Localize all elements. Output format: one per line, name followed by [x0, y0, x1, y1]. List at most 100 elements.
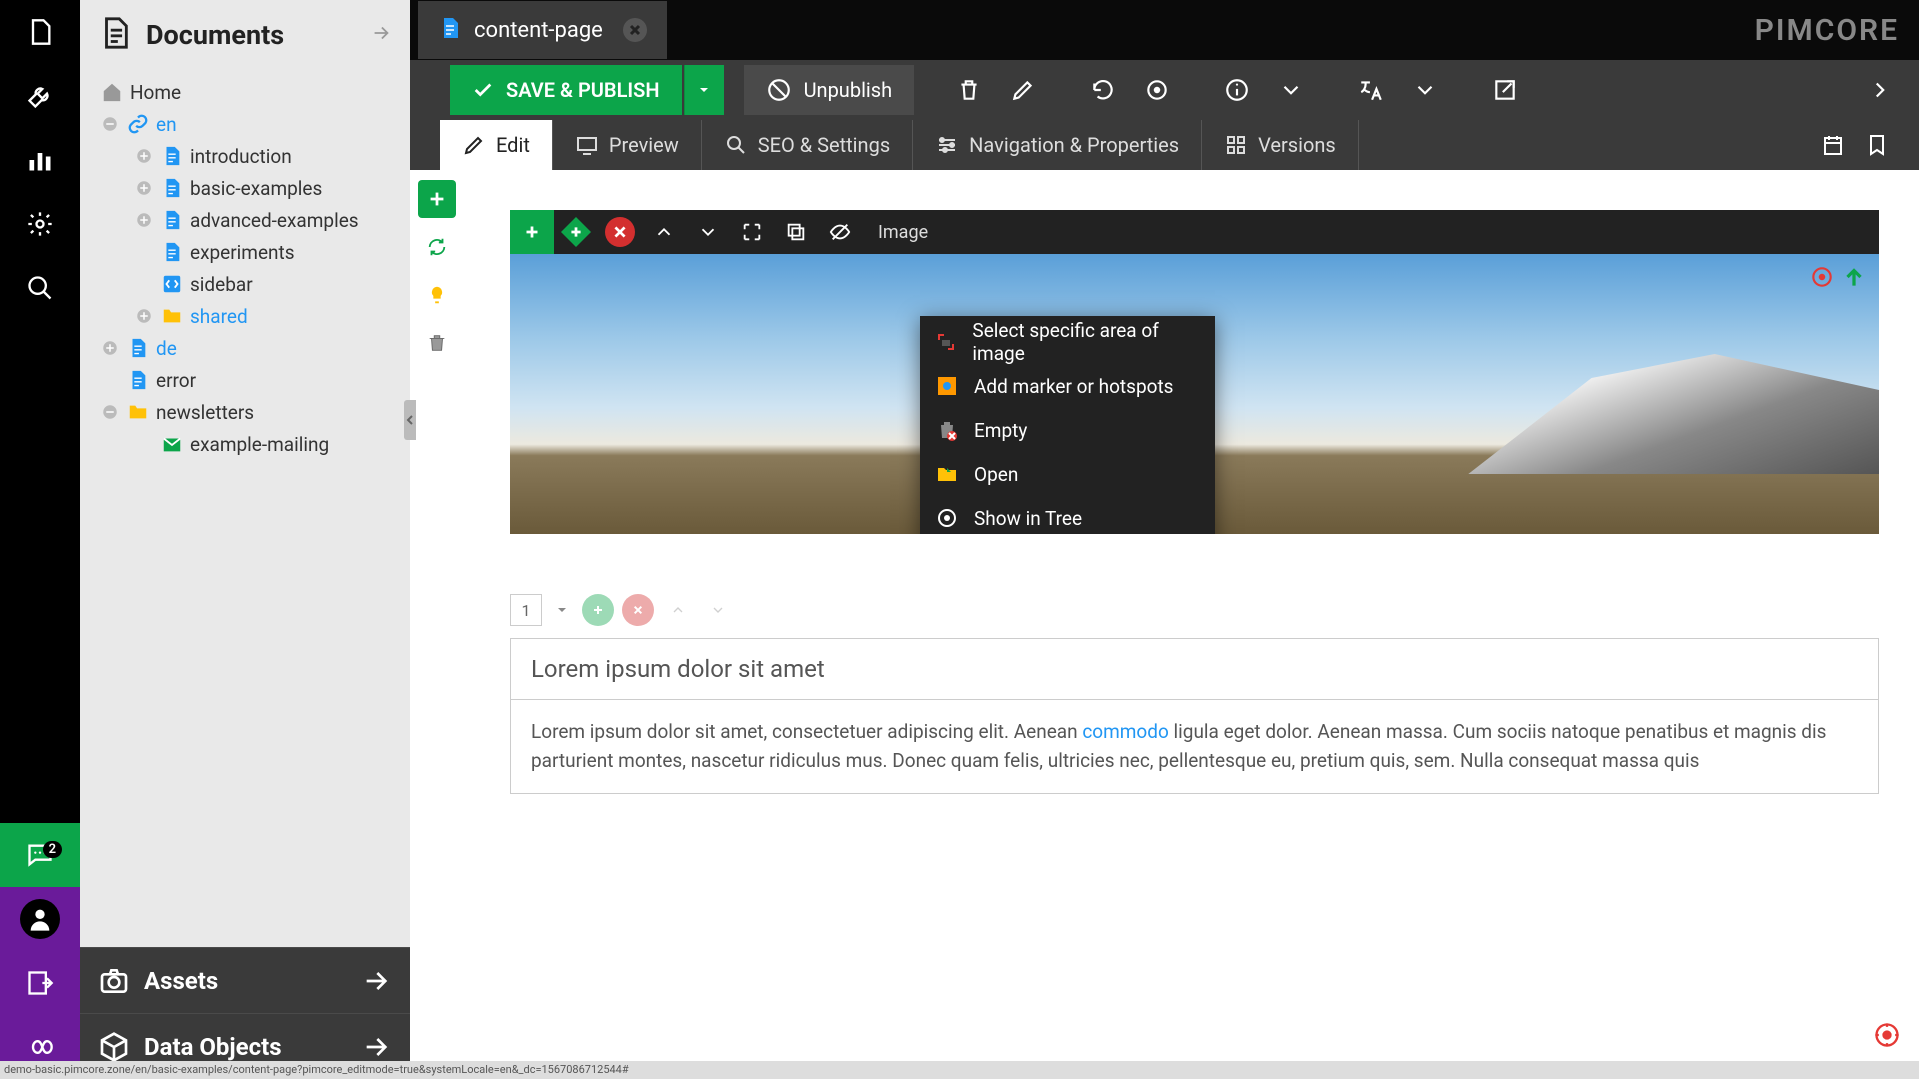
nav-search-icon[interactable] [0, 256, 80, 320]
tab-edit[interactable]: Edit [440, 120, 553, 170]
expand-icon[interactable] [134, 210, 154, 230]
image-block[interactable]: Select specific area of image Add marker… [510, 254, 1879, 534]
reload-button[interactable] [1078, 65, 1128, 115]
nav-gear-icon[interactable] [0, 192, 80, 256]
tree-item-advanced-examples[interactable]: advanced-examples [88, 204, 402, 236]
page-icon [126, 368, 150, 392]
tree-item-shared[interactable]: shared [88, 300, 402, 332]
tab-navigation[interactable]: Navigation & Properties [913, 120, 1202, 170]
trash-icon [934, 417, 960, 443]
page-icon [160, 176, 184, 200]
menu-empty[interactable]: Empty [920, 408, 1215, 452]
text-block-title[interactable]: Lorem ipsum dolor sit amet [511, 639, 1878, 700]
expand-icon[interactable] [134, 306, 154, 326]
menu-open[interactable]: Open [920, 452, 1215, 496]
bookmark-button[interactable] [1855, 120, 1899, 170]
tab-label: SEO & Settings [758, 133, 890, 157]
tab-close-icon[interactable] [623, 18, 647, 42]
tab-preview[interactable]: Preview [553, 120, 702, 170]
collapse-arrow-icon[interactable] [370, 22, 392, 48]
open-external-button[interactable] [1480, 65, 1530, 115]
schedule-button[interactable] [1811, 120, 1855, 170]
nav-exit-icon[interactable] [0, 951, 80, 1015]
snippet-icon [160, 272, 184, 296]
focal-point-icon[interactable] [1809, 264, 1835, 294]
nav-wrench-icon[interactable] [0, 64, 80, 128]
tree-item-newsletters[interactable]: newsletters [88, 396, 402, 428]
nav-user-icon[interactable] [0, 887, 80, 951]
panel-collapse-handle[interactable] [404, 400, 416, 440]
block-copy-button[interactable] [774, 210, 818, 254]
block-move-up-button[interactable] [642, 210, 686, 254]
slot-remove-button[interactable] [622, 594, 654, 626]
page-icon [160, 240, 184, 264]
save-dropdown-button[interactable] [684, 65, 724, 115]
tree-item-sidebar[interactable]: sidebar [88, 268, 402, 300]
block-type-label: Image [878, 222, 928, 243]
nav-stats-icon[interactable] [0, 128, 80, 192]
upload-arrow-icon[interactable] [1841, 264, 1867, 294]
slot-up-button[interactable] [662, 594, 694, 626]
target-button[interactable] [1132, 65, 1182, 115]
expand-icon[interactable] [134, 178, 154, 198]
status-bar: demo-basic.pimcore.zone/en/basic-example… [0, 1061, 1919, 1079]
tree-item-en[interactable]: en [88, 108, 402, 140]
menu-add-marker[interactable]: Add marker or hotspots [920, 364, 1215, 408]
block-add-button[interactable] [510, 210, 554, 254]
body-link[interactable]: commodo [1082, 720, 1169, 743]
dropdown-button[interactable] [1400, 65, 1450, 115]
trash-button[interactable] [418, 324, 456, 362]
save-publish-button[interactable]: SAVE & PUBLISH [450, 65, 682, 115]
slot-add-button[interactable] [582, 594, 614, 626]
assets-panel-header[interactable]: Assets [80, 947, 410, 1013]
block-delete-button[interactable] [605, 217, 635, 247]
slot-down-button[interactable] [702, 594, 734, 626]
menu-label: Select specific area of image [972, 319, 1201, 365]
document-tab[interactable]: content-page [418, 1, 667, 59]
tree-item-experiments[interactable]: experiments [88, 236, 402, 268]
tree-item-home[interactable]: Home [88, 76, 402, 108]
nav-file-icon[interactable] [0, 0, 80, 64]
expand-icon[interactable] [100, 338, 120, 358]
add-block-button[interactable] [418, 180, 456, 218]
slot-number[interactable]: 1 [510, 594, 542, 626]
tab-seo[interactable]: SEO & Settings [702, 120, 913, 170]
more-tools-button[interactable] [1855, 65, 1905, 115]
block-expand-button[interactable] [730, 210, 774, 254]
nav-chat-icon[interactable]: 2 [0, 823, 80, 887]
expand-icon[interactable] [134, 146, 154, 166]
tree-item-error[interactable]: error [88, 364, 402, 396]
tree-item-de[interactable]: de [88, 332, 402, 364]
page-icon [160, 144, 184, 168]
tree-label: de [156, 337, 177, 360]
unpublish-button[interactable]: Unpublish [744, 65, 915, 115]
collapse-icon[interactable] [100, 402, 120, 422]
tree-item-introduction[interactable]: introduction [88, 140, 402, 172]
delete-button[interactable] [944, 65, 994, 115]
rename-button[interactable] [998, 65, 1048, 115]
block-move-down-button[interactable] [686, 210, 730, 254]
block-visibility-button[interactable] [818, 210, 862, 254]
tips-button[interactable] [418, 276, 456, 314]
slot-dropdown[interactable] [550, 594, 574, 626]
menu-select-area[interactable]: Select specific area of image [920, 320, 1215, 364]
translate-button[interactable] [1346, 65, 1396, 115]
collapse-icon[interactable] [100, 114, 120, 134]
dropdown-button[interactable] [1266, 65, 1316, 115]
tab-versions[interactable]: Versions [1202, 120, 1359, 170]
save-publish-label: SAVE & PUBLISH [506, 78, 660, 102]
tab-label: Edit [496, 133, 530, 157]
refresh-block-button[interactable] [418, 228, 456, 266]
page-icon [126, 336, 150, 360]
tab-label: Preview [609, 133, 679, 157]
tree-label: sidebar [190, 273, 253, 296]
target-icon [934, 505, 960, 531]
menu-show-tree[interactable]: Show in Tree [920, 496, 1215, 534]
tree-item-example-mailing[interactable]: example-mailing [88, 428, 402, 460]
targeting-badge-icon[interactable] [1873, 1021, 1901, 1049]
text-block-body[interactable]: Lorem ipsum dolor sit amet, consectetuer… [511, 700, 1878, 793]
tree-item-basic-examples[interactable]: basic-examples [88, 172, 402, 204]
block-add-above-button[interactable] [561, 217, 591, 247]
body-text: Lorem ipsum dolor sit amet, consectetuer… [531, 720, 1082, 743]
info-button[interactable] [1212, 65, 1262, 115]
